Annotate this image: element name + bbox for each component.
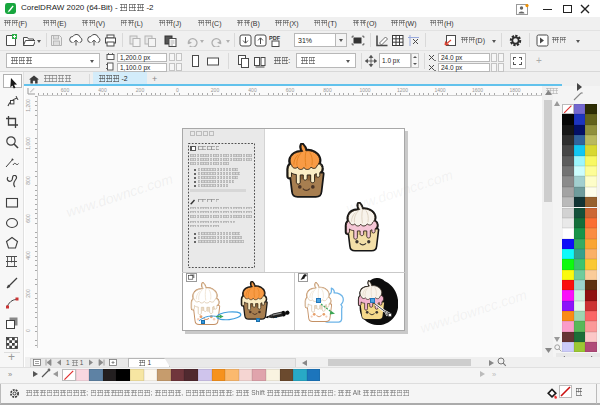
- svg-text:PDF: PDF: [269, 35, 281, 41]
